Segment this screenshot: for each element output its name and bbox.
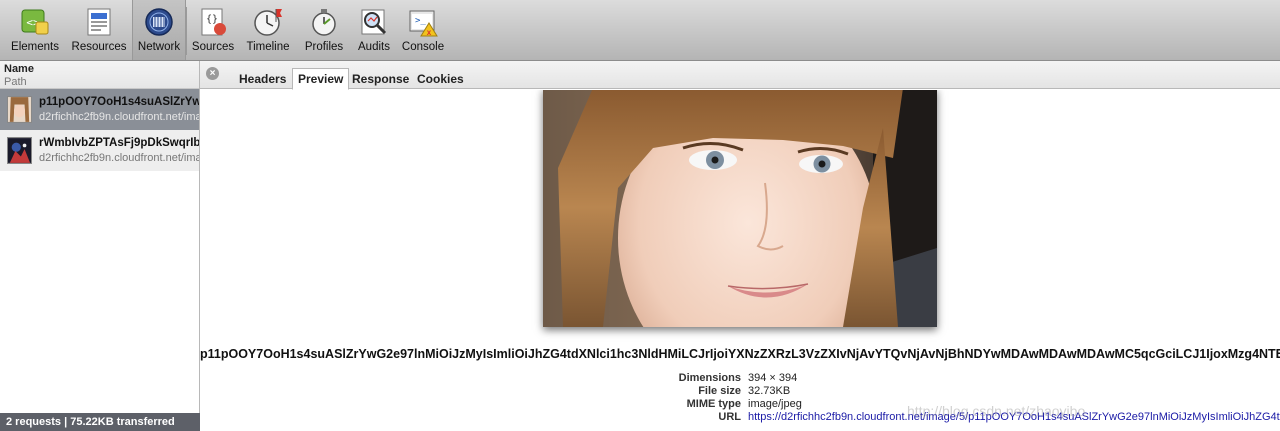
network-icon [145,8,173,36]
tab-response[interactable]: Response [347,69,414,89]
requests-summary: 2 requests | 75.22KB transferred [0,413,200,431]
image-thumbnail-icon [7,96,32,123]
toolbar-sources-button[interactable]: {} Sources [187,0,239,60]
toolbar-label: Elements [11,41,59,53]
sources-icon: {} [201,8,226,36]
request-name: p11pOOY7OoH1s4suASlZrYwG2e97lnMiOiJzMyIs… [39,95,199,108]
preview-filename: p11pOOY7OoH1s4suASlZrYwG2e97lnMiOiJzMyIs… [200,347,1280,361]
image-thumbnail-icon [7,137,32,164]
profiles-icon [312,9,336,36]
toolbar-label: Sources [191,41,235,53]
svg-text:>_: >_ [415,16,426,26]
toolbar-profiles-button[interactable]: Profiles [297,0,351,60]
resources-icon [87,8,111,36]
timeline-icon [254,9,282,36]
request-row[interactable]: p11pOOY7OoH1s4suASlZrYwG2e97lnMiOiJzMyIs… [0,89,199,130]
tab-cookies[interactable]: Cookies [412,69,469,89]
mime-type-label: MIME type [686,398,741,410]
console-icon: >_ x [409,10,438,37]
watermark-text: http://blog.csdn.net/zhaoyibo [907,403,1086,419]
tab-headers[interactable]: Headers [234,69,291,89]
dimensions-value: 394 × 394 [748,372,798,384]
requests-panel: Name Path p11pOOY7OoH1s4suASlZrYwG2e97ln… [0,61,200,431]
name-column-label: Name [4,63,34,75]
close-icon[interactable]: × [206,67,219,80]
tab-preview[interactable]: Preview [292,68,350,90]
toolbar-label: Resources [71,41,127,53]
image-preview-pane: p11pOOY7OoH1s4suASlZrYwG2e97lnMiOiJzMyIs… [200,90,1280,431]
toolbar-label: Timeline [246,41,290,53]
devtools-toolbar: <> Elements Resources Network {} Sources… [0,0,1280,61]
request-path: d2rfichhc2fb9n.cloudfront.net/image/5 [39,151,199,164]
elements-icon: <> [21,9,49,35]
preview-image [543,90,937,327]
toolbar-resources-button[interactable]: Resources [66,0,132,60]
mime-type-value: image/jpeg [748,398,802,410]
filesize-label: File size [698,385,741,397]
request-path: d2rfichhc2fb9n.cloudfront.net/image/5 [39,110,199,123]
toolbar-label: Audits [358,41,390,53]
filesize-value: 32.73KB [748,385,791,397]
dimensions-label: Dimensions [678,372,741,384]
detail-tab-bar: × Headers Preview Response Cookies [200,61,1280,90]
requests-column-header[interactable]: Name Path [0,61,199,89]
toolbar-elements-button[interactable]: <> Elements [4,0,66,60]
toolbar-audits-button[interactable]: Audits [351,0,397,60]
toolbar-console-button[interactable]: >_ x Console [397,0,449,60]
toolbar-timeline-button[interactable]: Timeline [239,0,297,60]
request-row[interactable]: rWmbIvbZPTAsFj9pDkSwqrIbfStqk1ZzJ0b2UiLC… [0,130,199,171]
svg-text:x: x [427,28,432,37]
audits-icon [361,9,387,35]
path-column-label: Path [4,76,27,88]
portrait-photo [543,90,937,327]
url-label: URL [718,411,741,423]
svg-text:{}: {} [206,14,218,25]
toolbar-label: Profiles [304,41,344,53]
toolbar-label: Console [401,41,445,53]
toolbar-network-button[interactable]: Network [132,0,186,60]
toolbar-label: Network [137,41,181,53]
request-name: rWmbIvbZPTAsFj9pDkSwqrIbfStqk1ZzJ0b2UiLC… [39,136,199,149]
image-info-table: Dimensions 394 × 394 File size 32.73KB M… [200,372,1280,424]
